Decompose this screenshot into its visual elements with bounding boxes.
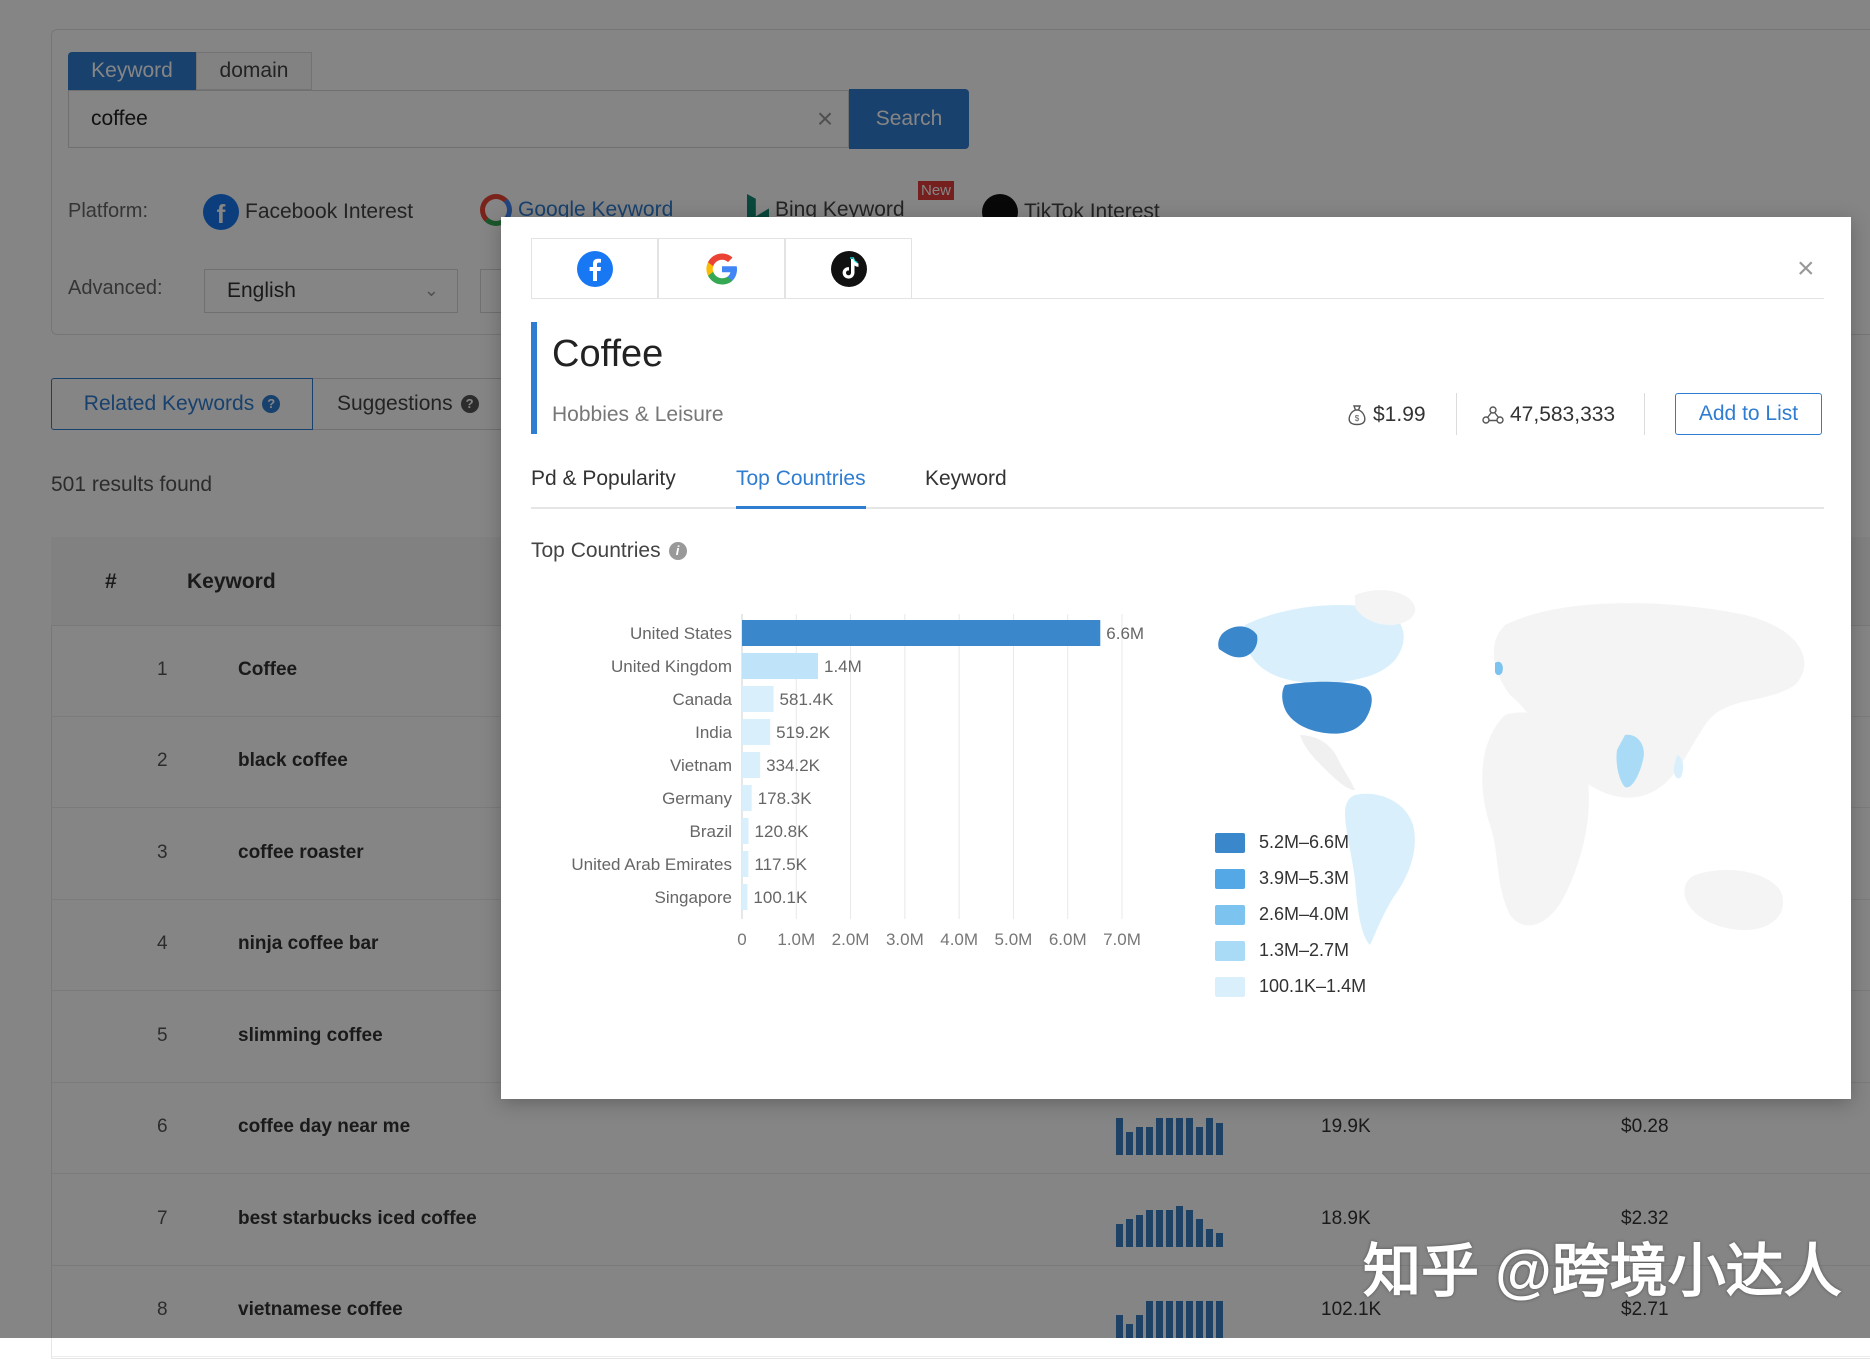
watermark: 知乎 @跨境小达人 — [1363, 1239, 1842, 1304]
modal-tab-facebook[interactable] — [531, 238, 658, 299]
map-region-central-america — [1300, 735, 1355, 791]
category-label: United Arab Emirates — [571, 855, 732, 874]
data-label: 1.4M — [824, 657, 862, 676]
category-label: Germany — [662, 789, 732, 808]
bar-germany — [742, 785, 752, 811]
subtab-active-indicator — [736, 506, 866, 509]
legend-label: 2.6M–4.0M — [1259, 904, 1350, 924]
map-region-usa — [1282, 681, 1372, 734]
bar-canada — [742, 686, 774, 712]
category-label: Canada — [672, 690, 732, 709]
audience-icon — [1482, 406, 1504, 424]
bar-united-states — [742, 620, 1101, 646]
cpc-stat: $ $1.99 — [1347, 403, 1426, 427]
section-title: Top Countries i — [531, 539, 687, 563]
modal-tab-tiktok[interactable] — [785, 238, 912, 299]
cpc-value: $1.99 — [1373, 403, 1426, 426]
info-icon[interactable]: i — [668, 542, 687, 560]
legend-label: 1.3M–2.7M — [1259, 940, 1350, 960]
modal-category: Hobbies & Leisure — [552, 403, 724, 426]
legend-item: 3.9M–5.3M — [1215, 868, 1349, 889]
legend-item: 100.1K–1.4M — [1215, 976, 1366, 997]
subtab-top-countries[interactable]: Top Countries — [736, 467, 866, 491]
data-label: 100.1K — [753, 888, 808, 907]
legend-label: 100.1K–1.4M — [1259, 976, 1367, 996]
category-label: Brazil — [689, 822, 732, 841]
x-tick-label: 6.0M — [1049, 930, 1087, 949]
close-icon[interactable]: × — [1797, 254, 1815, 284]
legend-swatch — [1215, 868, 1245, 889]
audience-stat: 47,583,333 — [1482, 403, 1615, 427]
google-icon — [705, 253, 737, 285]
category-label: India — [695, 723, 732, 742]
legend-swatch — [1215, 976, 1245, 997]
x-tick-label: 7.0M — [1103, 930, 1141, 949]
audience-value: 47,583,333 — [1510, 403, 1616, 426]
data-label: 581.4K — [780, 690, 835, 709]
legend-item: 5.2M–6.6M — [1215, 832, 1349, 853]
map-region-south-america — [1345, 793, 1415, 945]
bar-united-kingdom — [742, 653, 818, 679]
data-label: 178.3K — [758, 789, 813, 808]
legend-swatch — [1215, 904, 1245, 925]
modal-tab-google[interactable] — [658, 238, 785, 299]
x-tick-label: 3.0M — [886, 930, 924, 949]
legend-label: 3.9M–5.3M — [1259, 868, 1350, 888]
subtab-divider — [531, 507, 1824, 509]
data-label: 120.8K — [755, 822, 810, 841]
subtab-keyword[interactable]: Keyword — [925, 467, 1007, 491]
category-label: United States — [630, 624, 732, 643]
legend-item: 2.6M–4.0M — [1215, 904, 1349, 925]
bar-vietnam — [742, 752, 761, 778]
modal-tab-divider — [531, 298, 1824, 299]
top-countries-bar-chart: 0 1.0M 2.0M 3.0M 4.0M 5.0M 6.0M 7.0M United Stat… — [571, 614, 1144, 949]
bar-india — [742, 719, 771, 745]
svg-text:$: $ — [1355, 414, 1360, 423]
map-region-australia — [1684, 870, 1784, 930]
legend-swatch — [1215, 832, 1245, 853]
legend-label: 5.2M–6.6M — [1259, 832, 1350, 852]
section-title-text: Top Countries — [531, 539, 661, 562]
x-tick-label: 0 — [737, 930, 746, 949]
bar-singapore — [742, 884, 748, 910]
legend-item: 1.3M–2.7M — [1215, 940, 1349, 961]
data-label: 6.6M — [1106, 624, 1144, 643]
x-tick-label: 5.0M — [995, 930, 1033, 949]
x-tick-label: 2.0M — [832, 930, 870, 949]
stat-divider — [1456, 393, 1457, 435]
legend-swatch — [1215, 940, 1245, 961]
category-label: Vietnam — [670, 756, 732, 775]
category-label: United Kingdom — [611, 657, 732, 676]
category-label: Singapore — [654, 888, 732, 907]
bar-united-arab-emirates — [742, 851, 749, 877]
title-accent-bar — [531, 322, 537, 434]
tiktok-icon — [830, 251, 867, 287]
modal-title: Coffee — [552, 333, 664, 375]
data-label: 519.2K — [776, 723, 831, 742]
x-tick-label: 1.0M — [777, 930, 815, 949]
bar-brazil — [742, 818, 749, 844]
money-bag-icon: $ — [1348, 405, 1366, 426]
add-to-list-button[interactable]: Add to List — [1675, 393, 1822, 435]
facebook-icon — [576, 251, 613, 287]
subtab-popularity[interactable]: Pd & Popularity — [531, 467, 676, 491]
data-label: 334.2K — [766, 756, 821, 775]
stat-divider — [1644, 393, 1645, 435]
x-tick-label: 4.0M — [940, 930, 978, 949]
data-label: 117.5K — [754, 855, 807, 874]
map-region-africa — [1482, 712, 1589, 926]
